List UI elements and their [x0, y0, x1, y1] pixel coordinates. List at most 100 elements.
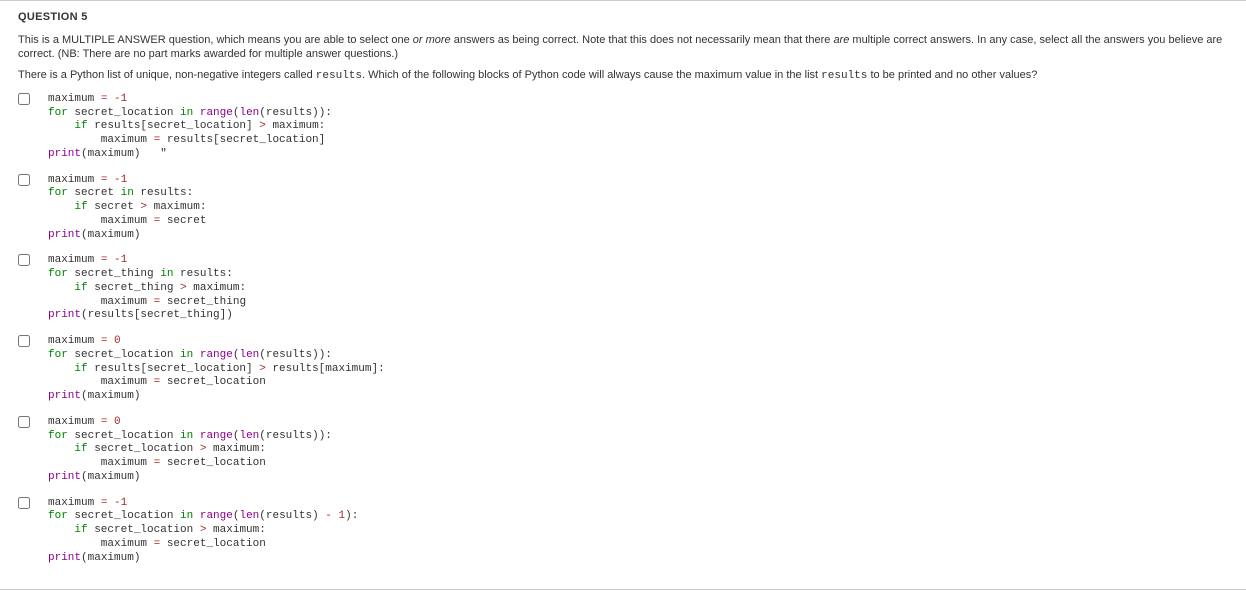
code-token: print	[48, 309, 81, 321]
code-token: len	[239, 349, 259, 361]
prompt-code-1: results	[316, 70, 362, 82]
answer-checkbox[interactable]	[18, 416, 30, 428]
code-token: in	[180, 510, 193, 522]
code-token: in	[121, 187, 134, 199]
code-token: if	[74, 201, 87, 213]
code-token: maximum	[48, 376, 154, 388]
code-token: results:	[173, 268, 232, 280]
code-token: maximum	[48, 174, 101, 186]
intro-em-2: are	[833, 34, 849, 46]
code-token	[48, 282, 74, 294]
code-token: -	[114, 497, 121, 509]
answer-body: maximum = -1 for secret in results: if s…	[36, 172, 206, 249]
code-token: secret_thing	[68, 268, 160, 280]
code-token: -	[114, 93, 121, 105]
question-container: QUESTION 5 This is a MULTIPLE ANSWER que…	[0, 0, 1246, 590]
answer-checkbox[interactable]	[18, 335, 30, 347]
code-token: print	[48, 552, 81, 564]
code-token: results[secret_location]	[160, 134, 325, 146]
code-token: for	[48, 430, 68, 442]
code-token: results:	[134, 187, 193, 199]
code-token: -	[114, 174, 121, 186]
code-token	[193, 349, 200, 361]
code-token: secret_location	[160, 457, 266, 469]
answer-checkbox[interactable]	[18, 93, 30, 105]
code-token: for	[48, 510, 68, 522]
code-block: maximum = -1 for secret_location in rang…	[48, 93, 332, 162]
code-token: maximum	[48, 134, 154, 146]
code-token: in	[180, 349, 193, 361]
code-token: (maximum)	[81, 471, 140, 483]
code-token: secret	[88, 201, 141, 213]
code-token: 1	[121, 174, 128, 186]
intro-text-1: This is a MULTIPLE ANSWER question, whic…	[18, 34, 413, 46]
code-token: maximum:	[266, 120, 325, 132]
code-token: secret_location	[68, 349, 180, 361]
code-token: secret_location	[68, 107, 180, 119]
code-token: secret_location	[88, 443, 200, 455]
code-token: secret_thing	[160, 296, 246, 308]
code-token: secret_location	[88, 524, 200, 536]
prompt-text-2: . Which of the following blocks of Pytho…	[362, 69, 821, 81]
code-block: maximum = 0 for secret_location in range…	[48, 335, 385, 404]
code-token: range	[200, 107, 233, 119]
code-token: results[secret_location]	[88, 120, 260, 132]
code-token: range	[200, 510, 233, 522]
code-token: ):	[345, 510, 358, 522]
code-token: for	[48, 349, 68, 361]
code-token: maximum:	[187, 282, 246, 294]
code-token: 0	[114, 416, 121, 428]
answer-option: maximum = -1 for secret_location in rang…	[18, 91, 1228, 168]
code-token: in	[160, 268, 173, 280]
code-token: secret_location	[160, 376, 266, 388]
intro-text-2: answers as being correct. Note that this…	[451, 34, 834, 46]
answer-body: maximum = -1 for secret_location in rang…	[36, 495, 358, 572]
code-token: if	[74, 363, 87, 375]
code-block: maximum = -1 for secret_location in rang…	[48, 497, 358, 566]
code-token: maximum	[48, 457, 154, 469]
code-token: print	[48, 471, 81, 483]
prompt-code-2: results	[821, 70, 867, 82]
code-token: for	[48, 187, 68, 199]
code-token	[48, 120, 74, 132]
code-token: maximum	[48, 93, 101, 105]
answer-checkbox[interactable]	[18, 254, 30, 266]
code-token: in	[180, 430, 193, 442]
answer-body: maximum = -1 for secret_location in rang…	[36, 91, 332, 168]
code-token: maximum	[48, 416, 101, 428]
answer-checkbox[interactable]	[18, 497, 30, 509]
code-token: results[secret_location]	[88, 363, 260, 375]
code-token: for	[48, 107, 68, 119]
code-token: maximum	[48, 335, 101, 347]
code-token: maximum:	[206, 443, 265, 455]
code-token: 1	[121, 497, 128, 509]
code-token: results[maximum]:	[266, 363, 385, 375]
code-token: secret_location	[68, 510, 180, 522]
answer-option: maximum = 0 for secret_location in range…	[18, 333, 1228, 410]
code-block: maximum = 0 for secret_location in range…	[48, 416, 332, 485]
code-token	[193, 107, 200, 119]
code-token: >	[259, 120, 266, 132]
code-token	[48, 363, 74, 375]
answer-option: maximum = -1 for secret_location in rang…	[18, 495, 1228, 572]
code-token: (maximum) "	[81, 148, 167, 160]
code-token: maximum	[48, 254, 101, 266]
answer-body: maximum = 0 for secret_location in range…	[36, 333, 385, 410]
code-token: range	[200, 430, 233, 442]
code-token: (maximum)	[81, 552, 140, 564]
code-token	[193, 510, 200, 522]
code-token: secret_thing	[88, 282, 180, 294]
code-token: len	[239, 430, 259, 442]
code-token: (results)):	[259, 349, 332, 361]
answer-body: maximum = -1 for secret_thing in results…	[36, 252, 246, 329]
options-list: maximum = -1 for secret_location in rang…	[18, 91, 1228, 572]
code-token: (results[secret_thing])	[81, 309, 233, 321]
code-token: len	[239, 510, 259, 522]
prompt-text-3: to be printed and no other values?	[867, 69, 1037, 81]
code-token: if	[74, 524, 87, 536]
code-token: secret	[68, 187, 121, 199]
code-token: >	[259, 363, 266, 375]
code-token: range	[200, 349, 233, 361]
answer-checkbox[interactable]	[18, 174, 30, 186]
code-token: maximum:	[206, 524, 265, 536]
